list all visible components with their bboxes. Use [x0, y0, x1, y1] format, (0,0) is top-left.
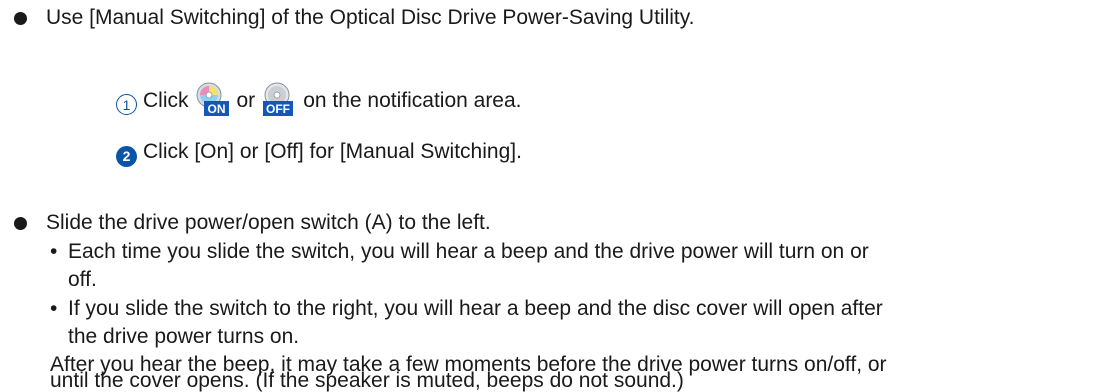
- step-number-2: 2: [116, 146, 137, 167]
- sub-bullet-marker: •: [50, 240, 58, 263]
- step-1: 1 Click ON or OFF on the notification are…: [116, 82, 522, 118]
- note-line-2: until the cover opens. (If the speaker i…: [50, 369, 684, 392]
- step-2-text: Click [On] or [Off] for [Manual Switchin…: [143, 140, 522, 163]
- sub-bullet-1-line-1: Each time you slide the switch, you will…: [68, 240, 869, 263]
- sub-bullet-2-line-2: the drive power turns on.: [68, 325, 300, 348]
- bullet-text-manual-switching: Use [Manual Switching] of the Optical Di…: [46, 6, 695, 29]
- bullet-dot: [14, 217, 27, 230]
- step-1-between: or: [236, 89, 256, 112]
- sub-bullet-2-line-1: If you slide the switch to the right, yo…: [68, 297, 883, 320]
- bullet-dot: [14, 12, 27, 25]
- step-number-1: 1: [116, 94, 137, 115]
- step-1-suffix: on the notification area.: [303, 89, 522, 112]
- bullet-text-slide-switch: Slide the drive power/open switch (A) to…: [46, 211, 491, 234]
- step-2: 2 Click [On] or [Off] for [Manual Switchi…: [116, 138, 522, 167]
- sub-bullet-1-line-2: off.: [68, 268, 97, 291]
- sub-bullet-marker: •: [50, 297, 58, 320]
- step-1-prefix: Click: [143, 89, 189, 112]
- disc-drive-off-icon: OFF: [263, 82, 294, 116]
- icon-on-label: ON: [207, 102, 225, 116]
- icon-off-label: OFF: [266, 102, 290, 116]
- disc-drive-on-icon: ON: [196, 82, 229, 116]
